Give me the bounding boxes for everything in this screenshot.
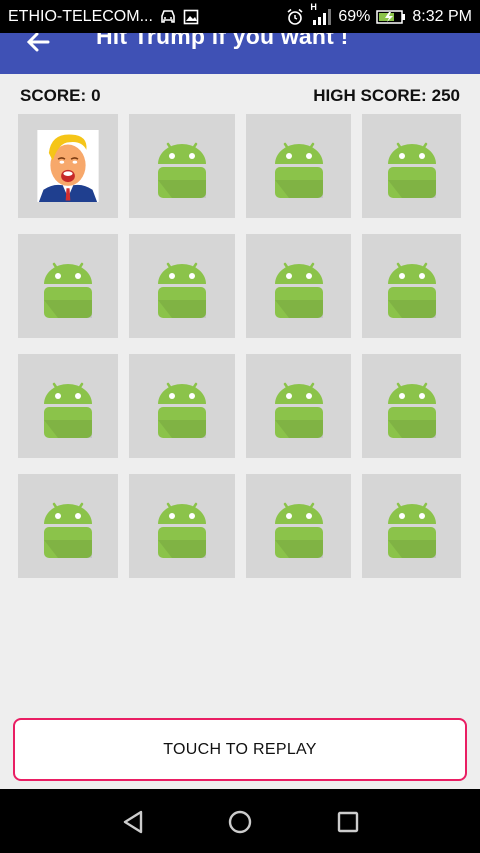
score: SCORE: 0 [20,86,101,106]
replay-button[interactable]: TOUCH TO REPLAY [13,718,467,781]
triangle-back-icon[interactable] [121,809,147,835]
android-icon [274,382,323,438]
clock-time: 8:32 PM [412,7,472,25]
car-icon [159,9,177,25]
game-grid [18,114,462,578]
navigation-bar [0,789,480,853]
android-icon [44,262,92,318]
status-bar: ETHIO-TELECOM... H 69% 8:32 PM [0,0,480,33]
grid-cell[interactable] [362,114,461,218]
page-title: Hit Trump if you want ! [96,33,349,49]
android-icon [274,502,323,558]
image-icon [183,9,199,25]
android-icon [387,502,436,558]
grid-cell[interactable] [362,474,461,578]
circle-home-icon[interactable] [227,809,253,835]
alarm-icon [286,8,304,26]
high-score: HIGH SCORE: 250 [313,86,460,106]
grid-cell[interactable] [129,474,235,578]
android-icon [158,502,206,558]
score-value: 0 [91,86,101,105]
android-icon [158,382,206,438]
android-icon [274,262,323,318]
grid-cell[interactable] [129,354,235,458]
battery-percent: 69% [338,7,371,25]
square-recents-icon[interactable] [335,809,361,835]
grid-cell-trump[interactable] [18,114,118,218]
android-icon [158,142,206,198]
trump-face-icon [37,130,99,202]
grid-cell[interactable] [246,234,351,338]
android-icon [44,502,92,558]
grid-cell[interactable] [362,354,461,458]
android-icon [387,262,436,318]
android-icon [44,382,92,438]
grid-cell[interactable] [246,474,351,578]
high-score-label: HIGH SCORE: [313,86,427,105]
grid-cell[interactable] [362,234,461,338]
signal-icon: H [310,2,332,26]
carrier-name: ETHIO-TELECOM... [8,7,153,25]
grid-cell[interactable] [129,114,235,218]
back-arrow-icon[interactable] [24,33,52,57]
android-icon [387,142,436,198]
android-icon [387,382,436,438]
grid-cell[interactable] [129,234,235,338]
grid-cell[interactable] [246,114,351,218]
grid-cell[interactable] [18,354,118,458]
battery-icon [376,9,406,25]
grid-cell[interactable] [18,234,118,338]
grid-cell[interactable] [246,354,351,458]
network-type: H [310,1,317,12]
android-icon [274,142,323,198]
score-label: SCORE: [20,86,87,105]
app-bar: Hit Trump if you want ! [0,33,480,74]
android-icon [158,262,206,318]
grid-cell[interactable] [18,474,118,578]
high-score-value: 250 [431,86,460,105]
score-row: SCORE: 0 HIGH SCORE: 250 [20,84,460,108]
